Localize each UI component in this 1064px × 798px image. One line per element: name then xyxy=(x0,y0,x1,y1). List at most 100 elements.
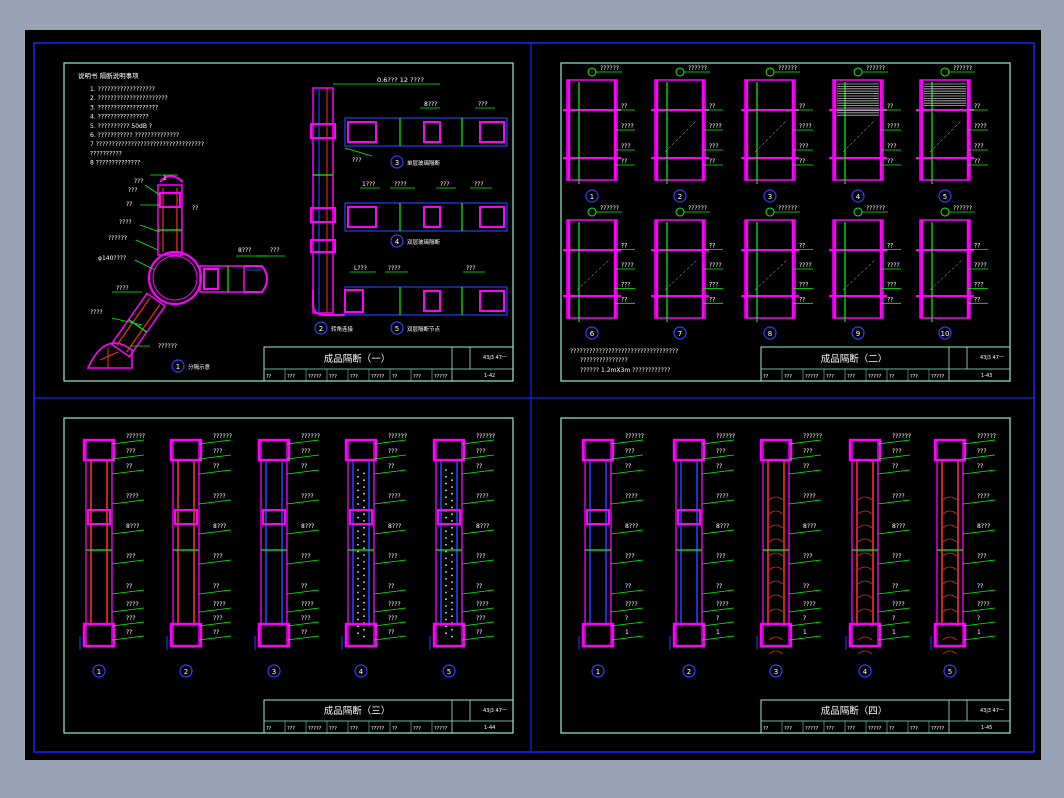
sheet-title: 成品隔断（一） xyxy=(324,353,391,365)
label: ???? xyxy=(803,493,816,500)
mesh-dot xyxy=(451,581,453,584)
mesh-dot xyxy=(357,557,359,560)
label: 8??? xyxy=(424,101,437,108)
label: ??? xyxy=(213,448,223,455)
mesh-dot xyxy=(451,574,453,577)
callout-number: 2 xyxy=(184,668,188,676)
label: ?? xyxy=(977,583,983,590)
label: 1??? xyxy=(362,181,375,188)
mesh-dot xyxy=(357,482,359,485)
label: ? xyxy=(977,615,980,622)
mesh-dot xyxy=(357,537,359,539)
label: ?? xyxy=(301,629,307,636)
mesh-dot xyxy=(445,557,447,560)
title-block-cell: ????? xyxy=(371,726,385,732)
sheet-code: 43j3 47一 xyxy=(483,355,507,361)
title-block-cell: ??? xyxy=(847,374,855,380)
label: ??? xyxy=(799,143,809,150)
label: ?? xyxy=(892,463,898,470)
label: ?? xyxy=(126,583,132,590)
label: ??? xyxy=(803,553,813,560)
label: ???? xyxy=(388,265,401,272)
title-block-cell: ??? xyxy=(287,726,295,732)
label: ?? xyxy=(709,242,715,249)
mesh-dot xyxy=(357,516,359,519)
label: ?????? xyxy=(600,205,619,212)
callout-number: 5 xyxy=(948,668,952,676)
callout-number: 2 xyxy=(687,668,691,676)
label: 8??? xyxy=(238,247,251,254)
mesh-dot xyxy=(451,513,453,516)
mesh-dot xyxy=(363,520,365,522)
mesh-dot xyxy=(445,564,447,567)
title-block-cell: ????? xyxy=(308,374,322,380)
label: ?????? xyxy=(688,205,707,212)
callout-number: 2 xyxy=(678,193,682,201)
label: ???? xyxy=(887,123,900,130)
mesh-dot xyxy=(357,625,359,628)
title-block-cell: ??? xyxy=(287,374,295,380)
mesh-dot xyxy=(363,615,365,618)
label: ?? xyxy=(213,463,219,470)
mesh-dot xyxy=(445,618,447,621)
label: ???? xyxy=(887,262,900,269)
callout-caption: 双层玻璃隔断 xyxy=(407,238,441,246)
mesh-dot xyxy=(363,554,365,556)
label: ???? xyxy=(621,262,634,269)
label: ?????? xyxy=(866,205,885,212)
label: ??? xyxy=(478,101,488,108)
label: ??? xyxy=(213,553,223,560)
label: ?? xyxy=(621,158,627,165)
label: ?????? xyxy=(803,433,822,440)
label: ??? xyxy=(887,282,897,289)
mesh-dot xyxy=(357,577,359,580)
mesh-dot xyxy=(363,479,365,482)
label: ?? xyxy=(388,583,394,590)
label: ???? xyxy=(716,493,729,500)
sheet-page: 1-42 xyxy=(484,373,495,379)
label: ??? xyxy=(621,282,631,289)
mesh-dot xyxy=(357,496,359,499)
label: ???? xyxy=(716,601,729,608)
title-block-cell: ??? xyxy=(847,726,855,732)
mesh-dot xyxy=(363,547,365,550)
label: ??? xyxy=(126,615,136,622)
label: ??? xyxy=(270,247,280,254)
footnote-line: ??????????????? xyxy=(580,357,628,364)
label: ?? xyxy=(977,463,983,470)
label: ??? xyxy=(977,448,987,455)
sheet-title: 成品隔断（三） xyxy=(324,705,391,717)
label: 8??? xyxy=(476,523,489,530)
label: ???? xyxy=(213,601,226,608)
label: 8??? xyxy=(301,523,314,530)
label: ???? xyxy=(476,601,489,608)
label: ?????? xyxy=(688,65,707,72)
mesh-dot xyxy=(357,489,359,492)
label: ??? xyxy=(974,143,984,150)
title-block-cell: ?? xyxy=(266,374,272,380)
label: ??? xyxy=(301,553,311,560)
title-block-cell: ??? xyxy=(350,726,358,732)
title-block-cell: ??? xyxy=(910,726,918,732)
mesh-dot xyxy=(363,560,365,563)
mesh-dot xyxy=(363,513,365,516)
label: ?? xyxy=(887,296,893,303)
label: ?? xyxy=(709,103,715,110)
mesh-dot xyxy=(451,635,453,638)
mesh-dot xyxy=(445,625,447,628)
label: ???? xyxy=(116,285,129,292)
mesh-dot xyxy=(445,611,447,614)
label: ?? xyxy=(388,629,394,636)
sheet-title: 成品隔断（四） xyxy=(821,705,888,717)
note-line: 4. ???????????????? xyxy=(90,114,149,121)
mesh-dot xyxy=(451,560,453,563)
svg-text:3: 3 xyxy=(395,159,399,167)
label: ?????? xyxy=(953,65,972,72)
label: ???? xyxy=(709,123,722,130)
title-block-cell: ?? xyxy=(266,726,272,732)
sheet-page: 1-44 xyxy=(484,725,495,731)
label: ???? xyxy=(388,493,401,500)
note-line: 6. ??????????? ?????????????? xyxy=(90,132,179,139)
label: 1 xyxy=(625,629,629,636)
sheet-code: 43j3 47一 xyxy=(980,708,1004,714)
